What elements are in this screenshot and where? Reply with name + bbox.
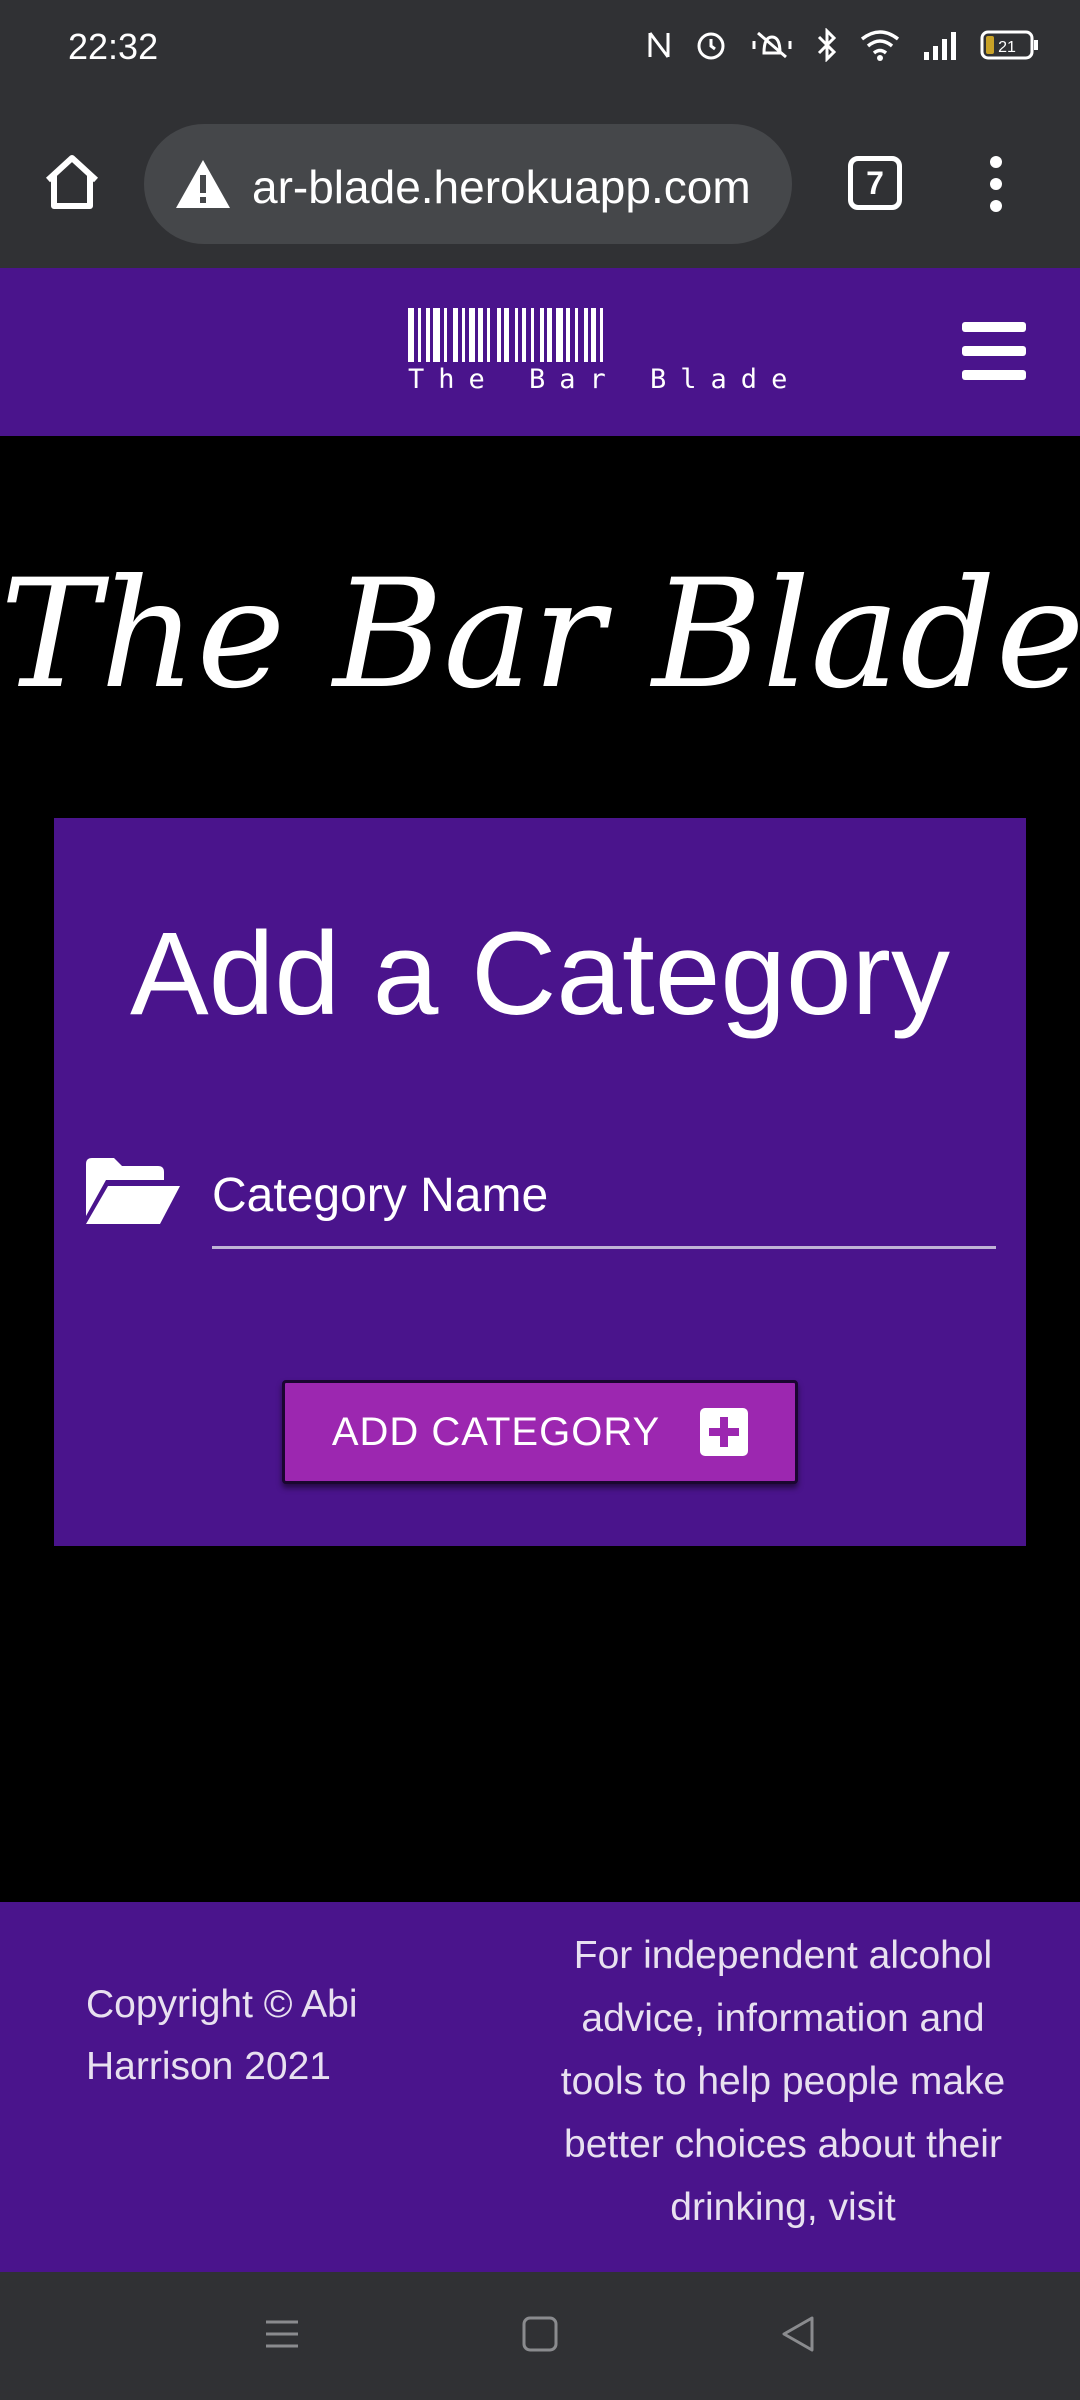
- back-triangle-icon[interactable]: [778, 2314, 818, 2354]
- category-name-field[interactable]: Category Name: [212, 1156, 996, 1249]
- barcode-logo-icon: [408, 308, 788, 362]
- status-icons: 21: [646, 28, 1040, 62]
- status-time: 22:32: [68, 26, 159, 67]
- wifi-icon: [860, 30, 900, 61]
- footer-info-text: For independent alcohol advice, informat…: [560, 1934, 1006, 2229]
- add-category-card: Add a Category Category Name ADD CATEGOR…: [54, 818, 1026, 1546]
- footer-copyright: Copyright © Abi Harrison 2021: [86, 1983, 358, 2088]
- form-title: Add a Category: [130, 908, 950, 1040]
- address-bar[interactable]: ar-blade.herokuapp.com: [144, 124, 792, 244]
- system-nav-bar: [0, 2272, 1080, 2400]
- barcode-stripe: [433, 308, 440, 362]
- alarm-icon: [697, 32, 725, 60]
- barcode-stripe: [603, 308, 609, 362]
- hamburger-menu-icon[interactable]: [962, 322, 1026, 380]
- battery-level: 21: [998, 39, 1016, 56]
- plus-square-icon: [700, 1408, 749, 1456]
- site-footer: Copyright © Abi Harrison 2021 For indepe…: [0, 1902, 1080, 2272]
- add-category-button[interactable]: ADD CATEGORY: [282, 1380, 798, 1484]
- browser-toolbar: ar-blade.herokuapp.com 7: [0, 100, 1080, 268]
- brand-logo[interactable]: The Bar Blade: [408, 308, 788, 400]
- vibrate-icon: [752, 31, 792, 59]
- battery-icon: 21: [980, 30, 1038, 60]
- home-icon[interactable]: [40, 150, 104, 214]
- barcode-stripe: [490, 308, 497, 362]
- status-bar: 22:32 21: [0, 0, 1080, 100]
- home-square-icon[interactable]: [520, 2314, 560, 2354]
- url-text[interactable]: ar-blade.herokuapp.com: [252, 160, 751, 214]
- folder-open-icon: [86, 1158, 180, 1224]
- add-category-label: ADD CATEGORY: [331, 1409, 661, 1454]
- bluetooth-icon: [817, 28, 837, 62]
- barcode-stripe: [556, 308, 563, 362]
- site-navbar: The Bar Blade: [0, 268, 1080, 436]
- brand-text: The Bar Blade: [408, 364, 802, 395]
- nfc-icon: [648, 32, 670, 58]
- overflow-menu-icon[interactable]: [976, 152, 1016, 216]
- recents-menu-icon[interactable]: [262, 2314, 302, 2354]
- hero-title: The Bar Blade: [0, 548, 1080, 722]
- signal-icon: [924, 32, 956, 60]
- tab-switcher-button[interactable]: 7: [848, 156, 902, 210]
- category-name-label: Category Name: [212, 1169, 549, 1222]
- warning-icon[interactable]: [174, 158, 232, 210]
